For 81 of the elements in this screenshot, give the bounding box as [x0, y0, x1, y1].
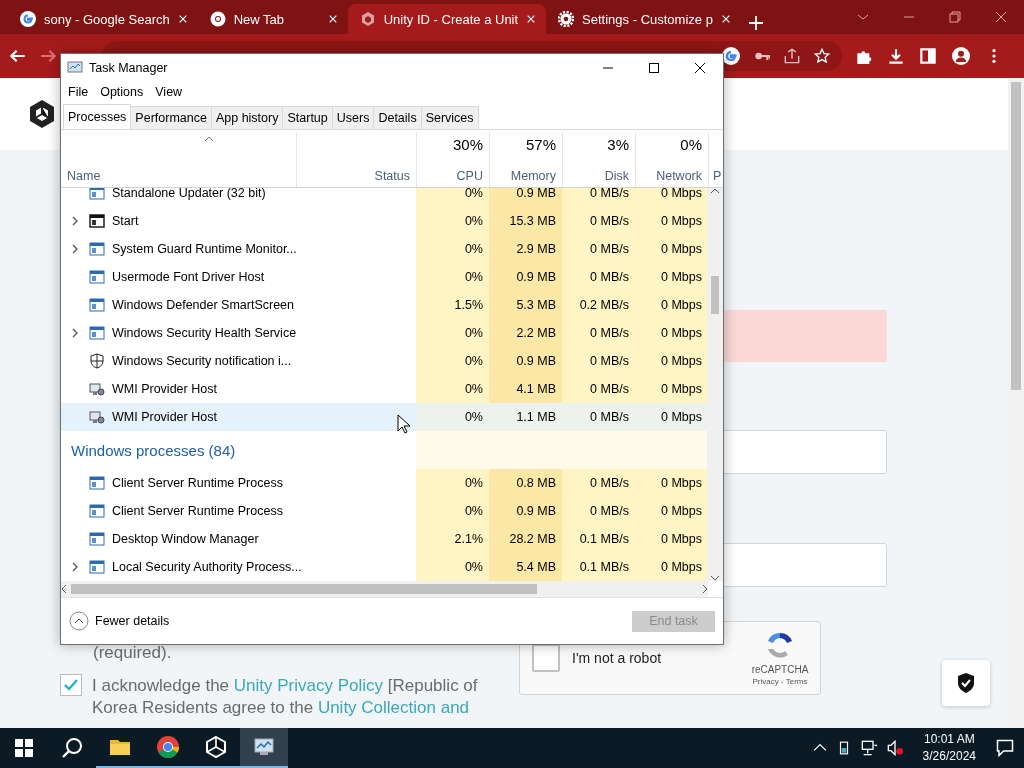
table-cell: 0 Mbps — [635, 347, 708, 375]
table-cell: 0% — [416, 553, 489, 581]
table-cell: 2.9 MB — [489, 235, 562, 263]
table-cell: 0 MB/s — [562, 188, 635, 207]
table-cell: 0.1 MB/s — [562, 525, 635, 553]
table-cell: 4.1 MB — [489, 375, 562, 403]
process-name: Client Server Runtime Process — [112, 504, 283, 518]
table-cell: 0 Mbps — [635, 403, 708, 431]
required-note: (required). — [93, 643, 173, 663]
table-cell: 1.1 MB — [489, 403, 562, 431]
table-cell: 0 Mbps — [635, 319, 708, 347]
process-name: Desktop Window Manager — [112, 532, 259, 546]
table-cell: 0 Mbps — [635, 263, 708, 291]
process-name: Local Security Authority Process... — [112, 560, 302, 574]
captcha-brand: reCAPTCHA — [751, 664, 809, 675]
table-cell: 0.2 MB/s — [562, 291, 635, 319]
table-cell: 0 Mbps — [635, 207, 708, 235]
table-cell: 15.3 MB — [489, 207, 562, 235]
table-cell: 0.9 MB — [489, 188, 562, 207]
table-cell: 0.9 MB — [489, 347, 562, 375]
table-cell: 0 MB/s — [562, 263, 635, 291]
table-cell: 0 Mbps — [635, 235, 708, 263]
table-cell: 28.2 MB — [489, 525, 562, 553]
table-cell: 0 MB/s — [562, 375, 635, 403]
table-cell: 0% — [416, 375, 489, 403]
table-cell: 0 Mbps — [635, 525, 708, 553]
table-cell: 0% — [416, 188, 489, 207]
table-cell: 0% — [416, 347, 489, 375]
column-label: Network — [656, 169, 702, 183]
table-cell: 0 MB/s — [562, 347, 635, 375]
table-cell: 0% — [416, 403, 489, 431]
consent-text: I acknowledge the Unity Privacy Policy [Republic of Korea Residents agree to the Unity Collection and — [92, 675, 479, 719]
table-cell: 0.8 MB — [489, 469, 562, 497]
table-cell: 2.1% — [416, 525, 489, 553]
process-name: WMI Provider Host — [112, 410, 217, 424]
process-name: Windows Security Health Service — [112, 326, 297, 340]
table-cell: 0.9 MB — [489, 497, 562, 525]
process-name: Usermode Font Driver Host — [112, 270, 265, 284]
column-label: P — [713, 169, 722, 183]
process-name: System Guard Runtime Monitor... — [112, 242, 297, 256]
table-cell: 0% — [416, 319, 489, 347]
table-cell: 0% — [416, 235, 489, 263]
column-label: CPU — [456, 169, 483, 183]
process-name: Windows Security notification i... — [112, 354, 292, 368]
process-name: Windows Defender SmartScreen — [112, 298, 295, 312]
column-label: Name — [67, 169, 101, 183]
table-cell: 0 Mbps — [635, 553, 708, 581]
usage-percent: 3% — [607, 136, 629, 153]
table-cell: 0 MB/s — [562, 469, 635, 497]
table-cell: 0% — [416, 263, 489, 291]
column-label: Memory — [510, 169, 556, 183]
usage-percent: 0% — [680, 136, 702, 153]
table-cell: 2.2 MB — [489, 319, 562, 347]
table-cell: 0% — [416, 497, 489, 525]
table-cell: 1.5% — [416, 291, 489, 319]
column-label: Status — [374, 169, 410, 183]
table-cell: 0% — [416, 207, 489, 235]
table-cell: 0.1 MB/s — [562, 553, 635, 581]
table-cell: 0 Mbps — [635, 291, 708, 319]
usage-percent: 30% — [452, 136, 483, 153]
window-title: Task Manager — [89, 60, 168, 75]
process-name: Start — [112, 214, 139, 228]
table-cell: 0 MB/s — [562, 403, 635, 431]
captcha-label: I'm not a robot — [572, 650, 663, 666]
table-cell: 0 MB/s — [562, 319, 635, 347]
table-cell: 0 MB/s — [562, 235, 635, 263]
table-cell: 0 Mbps — [635, 497, 708, 525]
table-cell: 0 Mbps — [635, 469, 708, 497]
process-name: WMI Provider Host — [112, 382, 217, 396]
table-cell: 0 MB/s — [562, 207, 635, 235]
process-name: Standalone Updater (32 bit) — [112, 188, 266, 200]
table-cell: 5.4 MB — [489, 553, 562, 581]
column-label: Disk — [604, 169, 629, 183]
table-cell: 0 MB/s — [562, 497, 635, 525]
table-cell: 5.3 MB — [489, 291, 562, 319]
table-cell: 0 Mbps — [635, 375, 708, 403]
usage-percent: 57% — [525, 136, 556, 153]
table-cell: 0 Mbps — [635, 188, 708, 207]
process-name: Client Server Runtime Process — [112, 476, 283, 490]
table-cell: 0.9 MB — [489, 263, 562, 291]
table-cell: 0% — [416, 469, 489, 497]
